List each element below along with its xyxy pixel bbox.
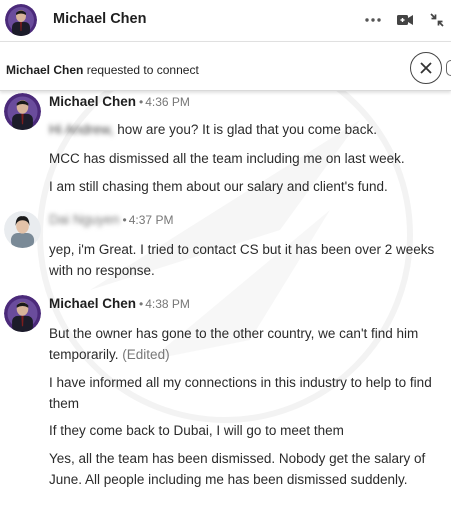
sender-avatar[interactable] [4,295,41,332]
message-text: I have informed all my connections in th… [49,375,432,411]
separator-dot: • [122,213,127,227]
collapse-button[interactable] [426,9,448,31]
message-header: Michael Chen • 4:36 PM [49,94,190,109]
notice-message: requested to connect [86,63,199,77]
video-call-icon [397,15,413,25]
more-options-button[interactable] [362,9,384,31]
contact-name[interactable]: Michael Chen [53,11,146,27]
sender-name[interactable]: Michael Chen [49,296,136,311]
message-text: But the owner has gone to the other coun… [49,323,444,365]
separator-dot: • [139,297,144,311]
message-text: MCC has dismissed all the team including… [49,151,405,166]
message-time: 4:38 PM [145,297,190,311]
message-time: 4:36 PM [145,95,190,109]
message-header: Michael Chen • 4:38 PM [49,296,190,311]
collapse-icon [430,13,444,27]
dismiss-request-button[interactable] [410,52,442,84]
video-call-button[interactable] [394,9,416,31]
notice-sender: Michael Chen [6,63,84,77]
sender-avatar[interactable] [4,93,41,130]
contact-avatar[interactable] [5,4,37,36]
sender-name[interactable]: Dai Nguyen [49,212,120,227]
connection-request-banner: Michael Chen requested to connect [0,41,451,91]
more-options-icon [365,18,381,22]
message-time: 4:37 PM [128,213,174,227]
message-text: If they come back to Dubai, I will go to… [49,423,344,438]
message-line: But the owner has gone to the other coun… [49,326,419,362]
chat-header: Michael Chen [0,0,451,41]
edited-tag: (Edited) [122,347,170,362]
message-header: Dai Nguyen • 4:37 PM [49,212,173,227]
message-text: Hi Andrew, how are you? It is glad that … [49,119,444,140]
message-text: Yes, all the team has been dismissed. No… [49,451,426,487]
connection-request-text: Michael Chen requested to connect [6,63,199,77]
separator-dot: • [139,95,144,109]
message-line: how are you? It is glad that you come ba… [113,122,377,137]
next-button-edge[interactable] [446,60,451,76]
message-text: yep, i'm Great. I tried to contact CS bu… [49,242,435,278]
message-text: I am still chasing them about our salary… [49,179,388,194]
sender-name[interactable]: Michael Chen [49,94,136,109]
blurred-name: Hi Andrew, [49,122,114,137]
close-icon [420,62,432,74]
sender-avatar[interactable] [4,211,41,248]
